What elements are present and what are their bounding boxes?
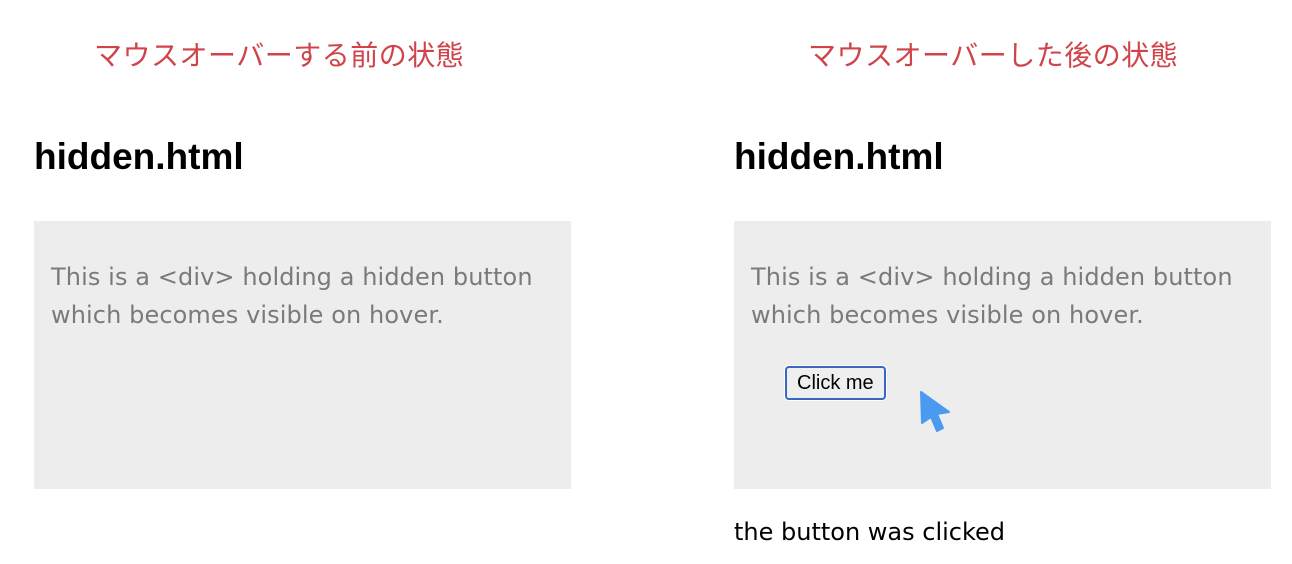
click-me-button[interactable]: Click me (785, 366, 886, 400)
hover-container-after[interactable]: This is a <div> holding a hidden button … (734, 221, 1271, 489)
hover-container-before[interactable]: This is a <div> holding a hidden button … (34, 221, 571, 489)
hover-box-description-after: This is a <div> holding a hidden button … (751, 258, 1255, 334)
page-title-before: hidden.html (34, 136, 244, 177)
click-result-text: the button was clicked (734, 518, 1006, 546)
hover-box-description-before: This is a <div> holding a hidden button … (51, 258, 555, 334)
description-line-2: which becomes visible on hover. (51, 301, 444, 329)
description-line-1: This is a <div> holding a hidden button (51, 263, 533, 291)
description-line-2: which becomes visible on hover. (751, 301, 1144, 329)
caption-before-hover: マウスオーバーする前の状態 (94, 39, 465, 72)
description-line-1: This is a <div> holding a hidden button (751, 263, 1233, 291)
page-title-after: hidden.html (734, 136, 944, 177)
mouse-cursor-icon (920, 391, 950, 432)
caption-after-hover: マウスオーバーした後の状態 (808, 39, 1179, 72)
